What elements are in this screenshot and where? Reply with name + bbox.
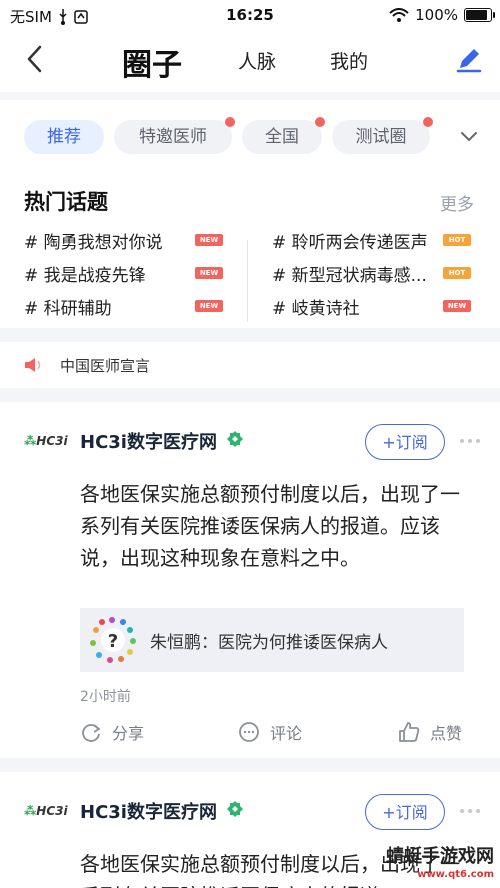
back-chevron-icon[interactable] — [24, 44, 46, 74]
topic-item[interactable]: # 聆听两会传递医声 — [272, 228, 428, 253]
unread-dot — [423, 117, 433, 127]
share-label: 分享 — [112, 724, 145, 743]
question-cluster-icon: ? — [90, 617, 136, 663]
new-badge: NEW — [195, 300, 223, 312]
chip-label: 全国 — [265, 127, 299, 147]
post-timestamp: 2小时前 — [80, 689, 131, 705]
article-link-title: 朱恒鹏：医院为何推诿医保病人 — [150, 633, 388, 653]
hot-badge: HOT — [443, 267, 471, 279]
author-name[interactable]: HC3i数字医疗网 — [80, 428, 217, 454]
category-row: 推荐 特邀医师 全国 测试圈 — [0, 100, 500, 172]
more-options-icon[interactable] — [460, 809, 480, 813]
tab-connections[interactable]: 人脉 — [238, 47, 276, 74]
more-link[interactable]: 更多 — [440, 190, 474, 215]
hot-badge: HOT — [443, 234, 471, 246]
thumbs-up-icon — [399, 722, 420, 742]
topic-item[interactable]: # 陶勇我想对你说 — [24, 228, 163, 253]
like-label: 点赞 — [430, 724, 463, 743]
article-link-card[interactable]: ? 朱恒鹏：医院为何推诿医保病人 — [80, 608, 464, 672]
site-watermark: 蜻蜓手游戏网 www.qt6.com — [386, 848, 494, 884]
tab-mine[interactable]: 我的 — [330, 47, 368, 74]
notice-text: 中国医师宣言 — [60, 357, 151, 375]
chip-label: 特邀医师 — [139, 127, 207, 147]
verified-icon — [227, 431, 243, 447]
svg-text:?: ? — [108, 631, 118, 652]
chip-label: 测试圈 — [355, 127, 407, 147]
new-badge: NEW — [195, 234, 223, 246]
pencil-icon[interactable] — [454, 44, 484, 74]
nav-bar: 圈子 人脉 我的 — [0, 30, 500, 92]
battery-fill — [466, 10, 487, 20]
share-icon — [82, 724, 101, 742]
wifi-icon — [389, 8, 409, 22]
chevron-down-icon[interactable] — [460, 130, 478, 144]
author-logo: ⁂HC3i — [24, 434, 68, 448]
share-button[interactable]: 分享 — [80, 720, 144, 744]
topic-item[interactable]: # 岐黄诗社 — [272, 294, 360, 319]
new-badge: NEW — [443, 300, 471, 312]
chip-label: 推荐 — [47, 127, 81, 147]
notice-bar[interactable]: 中国医师宣言 — [0, 342, 500, 388]
post-text: 各地医保实施总额预付制度以后，出现了一系列有关医院推诿医保病人的报道。应该说，出… — [80, 482, 460, 570]
chip-recommend[interactable]: 推荐 — [24, 120, 104, 154]
chip-national[interactable]: 全国 — [242, 117, 325, 154]
verified-icon — [227, 801, 243, 817]
watermark-url: www.qt6.com — [417, 869, 494, 880]
divider — [247, 240, 248, 322]
unread-dot — [315, 117, 325, 127]
topic-item[interactable]: # 科研辅助 — [24, 294, 112, 319]
like-button[interactable]: 点赞 — [398, 720, 462, 744]
battery-percent: 100% — [415, 6, 458, 24]
comment-button[interactable]: 评论 — [238, 720, 302, 744]
watermark-text: 蜻蜓手游戏网 — [386, 846, 494, 867]
topic-item[interactable]: # 我是战疫先锋 — [24, 261, 146, 286]
new-badge: NEW — [195, 267, 223, 279]
subscribe-button[interactable]: +订阅 — [365, 424, 445, 460]
author-name[interactable]: HC3i数字医疗网 — [80, 798, 217, 824]
post-card: ⁂HC3i HC3i数字医疗网 +订阅 各地医保实施总额预付制度以后，出现了一系… — [0, 402, 500, 758]
author-logo: ⁂HC3i — [24, 804, 68, 818]
status-right: 100% — [389, 6, 495, 24]
topic-item[interactable]: # 新型冠状病毒感... — [272, 261, 427, 286]
hot-topics-section: 热门话题 更多 # 陶勇我想对你说 NEW # 我是战疫先锋 NEW # 科研辅… — [0, 172, 500, 328]
battery-icon — [464, 8, 495, 22]
more-options-icon[interactable] — [460, 439, 480, 443]
unread-dot — [225, 117, 235, 127]
comment-label: 评论 — [270, 724, 303, 743]
chip-invited-doctors[interactable]: 特邀医师 — [114, 117, 235, 154]
speaker-icon — [25, 358, 41, 372]
chip-test-circle[interactable]: 测试圈 — [332, 117, 433, 154]
comment-icon — [239, 722, 259, 742]
section-title: 热门话题 — [24, 190, 108, 214]
subscribe-button[interactable]: +订阅 — [365, 794, 445, 830]
status-bar: 无SIM 16:25 100% — [0, 0, 500, 30]
page-title: 圈子 — [122, 48, 182, 83]
